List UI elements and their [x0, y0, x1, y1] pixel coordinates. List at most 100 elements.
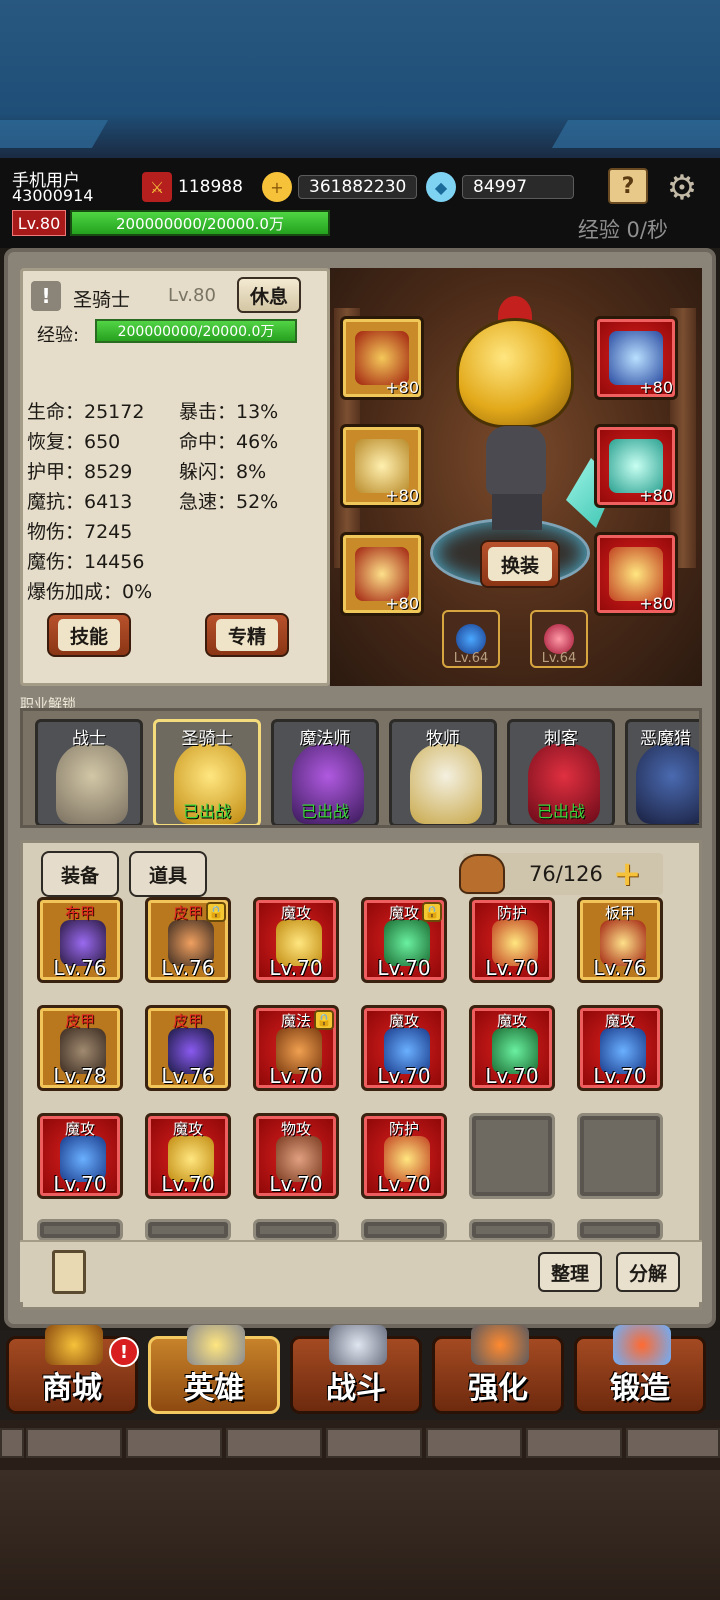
tab-equipment[interactable]: 装备	[41, 851, 119, 897]
player-level: Lv.80	[12, 210, 66, 236]
floor-lower	[0, 1470, 720, 1600]
inventory-item[interactable]: 皮甲 Lv.78	[37, 1005, 123, 1091]
inventory-item[interactable]: 皮甲 🔒 Lv.76	[145, 897, 231, 983]
stat-crit-damage: 爆伤加成：0%	[27, 581, 153, 603]
nav-enhance[interactable]: 强化	[432, 1325, 564, 1414]
gear-icon[interactable]: ⚙	[662, 168, 702, 208]
item-type: 物攻	[280, 1120, 311, 1138]
item-level: Lv.70	[593, 1064, 647, 1088]
inventory-item[interactable]: 魔攻 Lv.70	[361, 1005, 447, 1091]
slot-bonus: +80	[639, 486, 673, 505]
class-name: 恶魔猎	[640, 729, 691, 749]
gem-slot-2[interactable]: Lv.64	[530, 610, 588, 668]
hero-exp-label: 经验:	[37, 325, 80, 346]
inventory-item[interactable]: 板甲 Lv.76	[577, 897, 663, 983]
equip-slot-ring[interactable]: +80	[594, 532, 678, 616]
stat-regen: 恢复：650	[27, 431, 121, 453]
hero-display: 换装 +80 +80 +80 +80 +80 +80 Lv.64 Lv.64	[330, 268, 702, 686]
class-name: 刺客	[544, 729, 578, 749]
crossed-swords-icon	[329, 1325, 387, 1365]
change-outfit-button[interactable]: 换装	[480, 540, 560, 588]
inventory-item[interactable]: 魔攻 Lv.70	[469, 1005, 555, 1091]
item-type: 防护	[496, 904, 527, 922]
item-level: Lv.70	[53, 1172, 107, 1196]
gem-slot-1[interactable]: Lv.64	[442, 610, 500, 668]
class-card-demon-hunter[interactable]: 恶魔猎	[625, 719, 699, 825]
equip-slot-legs[interactable]: +80	[340, 532, 424, 616]
inventory-item[interactable]: 防护 Lv.70	[361, 1113, 447, 1199]
item-type: 魔攻	[172, 1120, 203, 1138]
status-bar: 手机用户 43000914 ⚔ 118988 + 361882230 ◆ 849…	[0, 158, 720, 248]
anvil-hammer-icon	[471, 1325, 529, 1365]
inventory-item[interactable]: 布甲 Lv.76	[37, 897, 123, 983]
mastery-button[interactable]: 专精	[205, 613, 289, 657]
book-icon[interactable]	[52, 1250, 86, 1294]
brick	[526, 1428, 622, 1458]
inventory-capacity: 76/126 +	[459, 853, 663, 895]
equip-slot-shield[interactable]: +80	[594, 316, 678, 400]
equip-slot-weapon[interactable]: +80	[594, 424, 678, 508]
power-value: 118988	[178, 177, 243, 197]
class-status: 已出战	[536, 802, 585, 821]
diamond-counter[interactable]: ◆ 84997	[426, 172, 574, 202]
empty-slot	[469, 1113, 555, 1199]
decompose-button[interactable]: 分解	[616, 1252, 680, 1292]
inventory-item[interactable]: 魔法 🔒 Lv.70	[253, 1005, 339, 1091]
stat-dodge: 躲闪：8%	[179, 461, 267, 483]
gold-coin-icon: +	[262, 172, 292, 202]
inventory-item[interactable]: 魔攻 Lv.70	[37, 1113, 123, 1199]
item-level: Lv.78	[53, 1064, 107, 1088]
nav-battle[interactable]: 战斗	[290, 1325, 422, 1414]
axe-icon	[609, 439, 663, 493]
leg-armor-icon	[355, 547, 409, 601]
demon-hunter-portrait	[636, 744, 699, 824]
hero-stats-panel: ! 圣骑士 Lv.80 休息 经验: 200000000/20000.0万 生命…	[20, 268, 330, 686]
skill-button[interactable]: 技能	[47, 613, 131, 657]
item-type: 魔攻	[280, 904, 311, 922]
inventory-item[interactable]: 魔攻 Lv.70	[253, 897, 339, 983]
item-type: 皮甲	[172, 1012, 203, 1030]
warning-icon[interactable]: !	[31, 281, 61, 311]
hero-helmet	[456, 318, 574, 428]
slot-bonus: +80	[385, 378, 419, 397]
inventory-item[interactable]: 魔攻 Lv.70	[577, 1005, 663, 1091]
rest-button[interactable]: 休息	[237, 277, 301, 313]
inventory-item[interactable]: 防护 Lv.70	[469, 897, 555, 983]
gold-counter[interactable]: + 361882230	[262, 172, 418, 202]
inventory-item[interactable]: 魔攻 Lv.70	[145, 1113, 231, 1199]
equip-slot-helmet[interactable]: +80	[340, 316, 424, 400]
nav-label: 强化	[468, 1371, 528, 1406]
brick	[26, 1428, 122, 1458]
tab-items[interactable]: 道具	[129, 851, 207, 897]
sword-shield-icon: ⚔	[142, 172, 172, 202]
nav-shop[interactable]: ! 商城	[6, 1325, 139, 1414]
class-name: 战士	[72, 729, 106, 749]
nav-forge[interactable]: 锻造	[574, 1325, 706, 1414]
stat-crit: 暴击：13%	[179, 401, 279, 423]
armor-icon	[355, 439, 409, 493]
nav-hero[interactable]: 英雄	[148, 1325, 280, 1414]
equip-slot-armor[interactable]: +80	[340, 424, 424, 508]
class-card-assassin[interactable]: 刺客 已出战	[507, 719, 615, 825]
class-card-mage[interactable]: 魔法师 已出战	[271, 719, 379, 825]
item-level: Lv.70	[269, 956, 323, 980]
sort-button[interactable]: 整理	[538, 1252, 602, 1292]
inventory-item[interactable]: 物攻 Lv.70	[253, 1113, 339, 1199]
forge-icon	[613, 1325, 671, 1365]
item-type: 布甲	[64, 904, 95, 922]
lock-icon[interactable]: 🔒	[314, 1010, 334, 1030]
class-card-paladin[interactable]: 圣骑士 已出战	[153, 719, 261, 825]
quest-book-icon[interactable]: ?	[608, 168, 648, 204]
inventory-item[interactable]: 皮甲 Lv.76	[145, 1005, 231, 1091]
class-card-priest[interactable]: 牧师	[389, 719, 497, 825]
empty-slot	[37, 1219, 123, 1241]
add-icon[interactable]: +	[613, 854, 642, 894]
class-card-warrior[interactable]: 战士	[35, 719, 143, 825]
lock-icon[interactable]: 🔒	[206, 902, 226, 922]
stat-physical-damage: 物伤：7245	[27, 521, 133, 543]
class-name: 圣骑士	[181, 729, 233, 749]
hero-legs	[492, 494, 542, 530]
lock-icon[interactable]: 🔒	[422, 902, 442, 922]
item-type: 魔攻	[604, 1012, 635, 1030]
inventory-item[interactable]: 魔攻 🔒 Lv.70	[361, 897, 447, 983]
